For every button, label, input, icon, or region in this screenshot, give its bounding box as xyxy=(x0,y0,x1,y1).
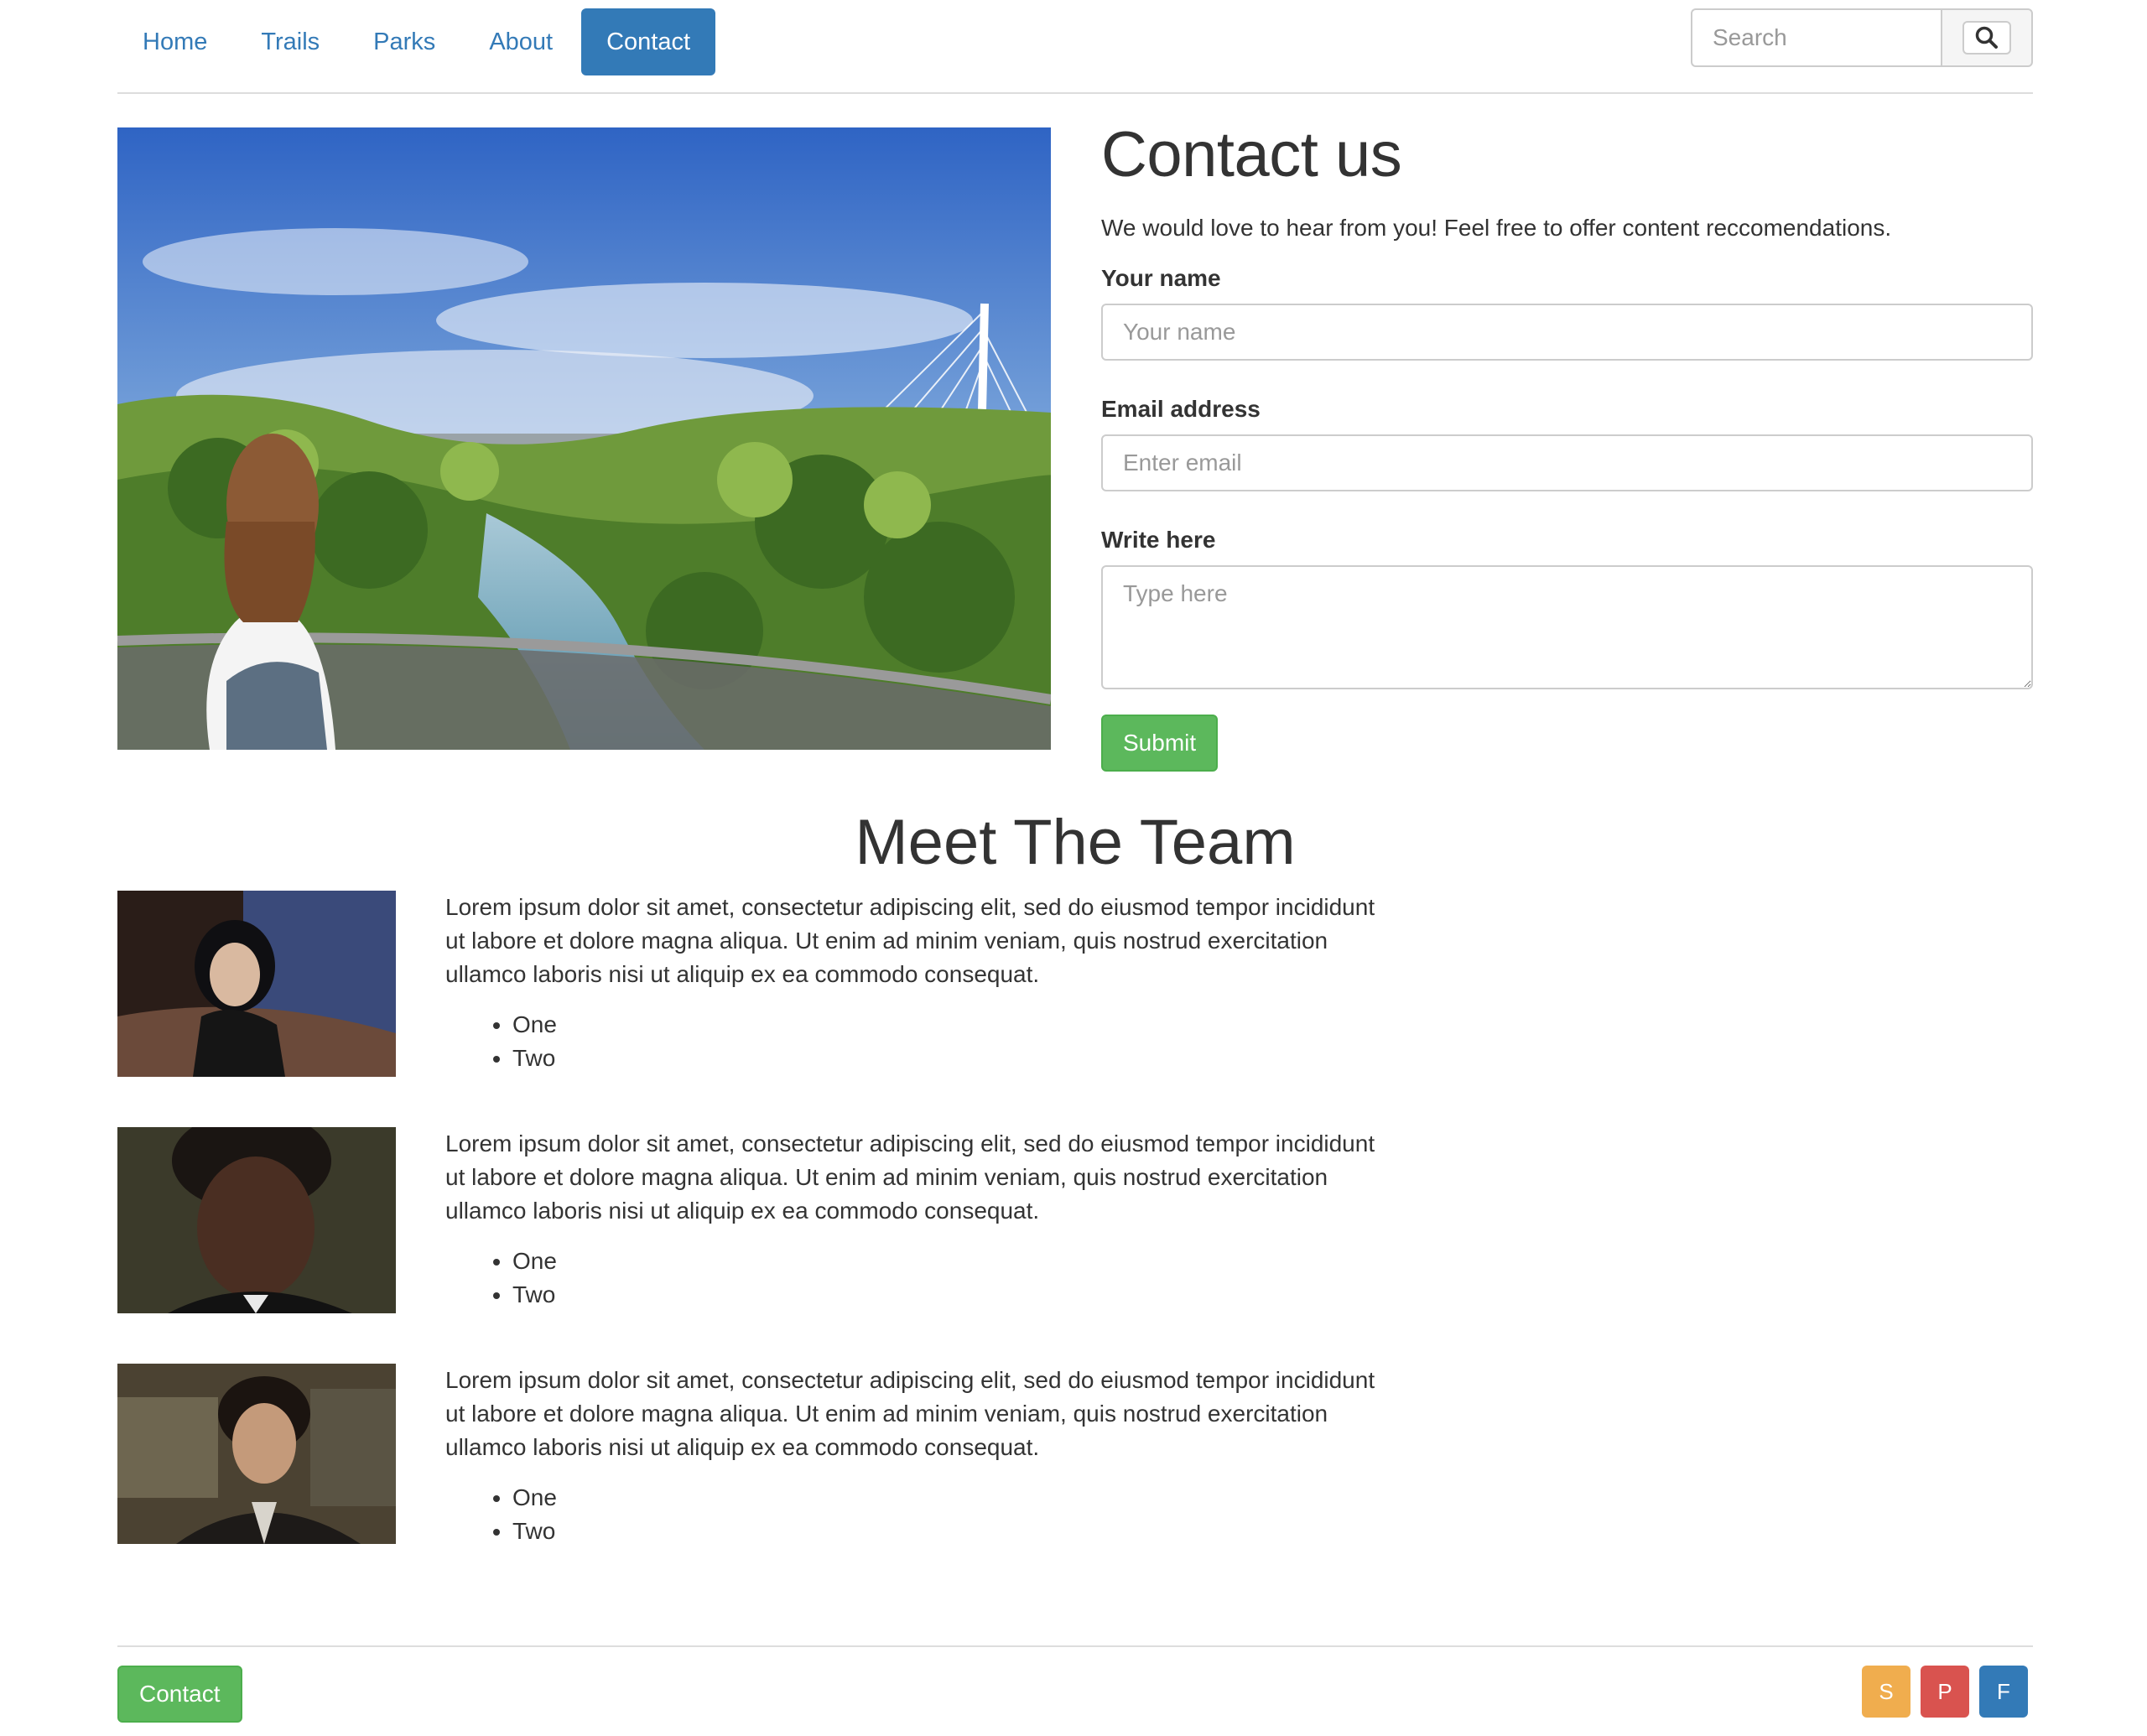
list-item: One xyxy=(512,1008,1376,1042)
contact-section: Contact us We would love to hear from yo… xyxy=(1101,117,2033,772)
team-member: Lorem ipsum dolor sit amet, consectetur … xyxy=(117,891,1375,1077)
message-label: Write here xyxy=(1101,527,1216,553)
member-photo xyxy=(117,1364,396,1550)
email-field[interactable] xyxy=(1101,434,2033,491)
member-list: One Two xyxy=(445,1245,1376,1312)
main-nav: Home Trails Parks About Contact xyxy=(117,8,719,75)
social-p-button[interactable]: P xyxy=(1921,1666,1969,1718)
list-item: Two xyxy=(512,1278,1376,1312)
member-photo xyxy=(117,1127,396,1313)
search-button[interactable] xyxy=(1941,8,2033,67)
member-bio-text: Lorem ipsum dolor sit amet, consectetur … xyxy=(445,1367,1375,1460)
footer-divider xyxy=(117,1645,2033,1647)
list-item: Two xyxy=(512,1515,1376,1548)
member-bio: Lorem ipsum dolor sit amet, consectetur … xyxy=(445,891,1376,1075)
nav-trails[interactable]: Trails xyxy=(236,8,345,75)
nav-about[interactable]: About xyxy=(464,8,578,75)
list-item: One xyxy=(512,1481,1376,1515)
search-button-inner xyxy=(1962,21,2011,55)
team-member: Lorem ipsum dolor sit amet, consectetur … xyxy=(117,1127,1375,1313)
search-form xyxy=(1691,8,2033,67)
member-bio-text: Lorem ipsum dolor sit amet, consectetur … xyxy=(445,1130,1375,1224)
name-label: Your name xyxy=(1101,265,1221,291)
member-bio: Lorem ipsum dolor sit amet, consectetur … xyxy=(445,1127,1376,1312)
list-item: Two xyxy=(512,1042,1376,1075)
search-icon xyxy=(1975,26,1998,49)
header-divider xyxy=(117,92,2033,94)
nav-parks[interactable]: Parks xyxy=(348,8,460,75)
search-input[interactable] xyxy=(1691,8,1941,67)
contact-title: Contact us xyxy=(1101,119,1402,190)
hero-image xyxy=(117,127,1051,750)
team-title: Meet The Team xyxy=(855,807,1296,878)
name-field[interactable] xyxy=(1101,304,2033,361)
park-landscape-illustration xyxy=(117,127,1051,750)
social-s-button[interactable]: S xyxy=(1862,1666,1910,1718)
submit-button[interactable]: Submit xyxy=(1101,715,1219,772)
email-label: Email address xyxy=(1101,396,1261,422)
nav-contact[interactable]: Contact xyxy=(581,8,716,75)
member-list: One Two xyxy=(445,1008,1376,1075)
member-bio-text: Lorem ipsum dolor sit amet, consectetur … xyxy=(445,894,1375,987)
member-bio: Lorem ipsum dolor sit amet, consectetur … xyxy=(445,1364,1376,1548)
nav-home[interactable]: Home xyxy=(117,8,232,75)
member-list: One Two xyxy=(445,1481,1376,1548)
member-photo xyxy=(117,891,396,1077)
message-textarea[interactable] xyxy=(1101,565,2033,689)
footer-contact-button[interactable]: Contact xyxy=(117,1666,242,1723)
social-f-button[interactable]: F xyxy=(1979,1666,2028,1718)
contact-lead: We would love to hear from you! Feel fre… xyxy=(1101,215,1892,241)
list-item: One xyxy=(512,1245,1376,1278)
team-member: Lorem ipsum dolor sit amet, consectetur … xyxy=(117,1364,1375,1550)
